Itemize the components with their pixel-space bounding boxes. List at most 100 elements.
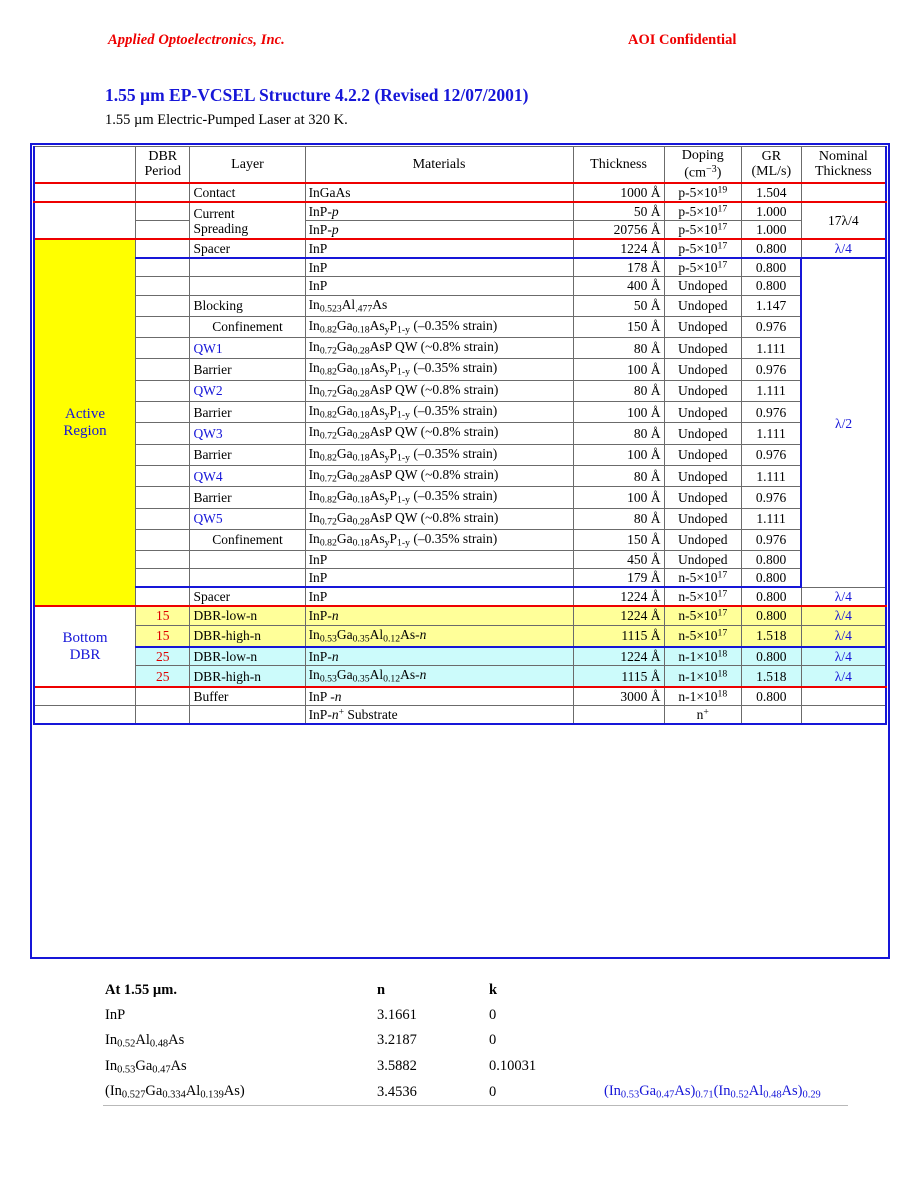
- table-row: Spacer InP 1224 Å n-5×1017 0.800 λ/4: [34, 586, 887, 608]
- table-row: InP 179 Å n-5×1017 0.800: [34, 568, 886, 589]
- index-k: 0.10031: [489, 1057, 537, 1074]
- index-n: 3.4536: [377, 1083, 417, 1100]
- table-row: InP 178 Å p-5×1017 0.800 λ/2: [34, 257, 887, 588]
- cell-layer: Barrier: [189, 443, 306, 466]
- table-row: Barrier In0.82Ga0.18AsyP1-y (–0.35% stra…: [34, 401, 886, 424]
- cell-materials: InP: [304, 568, 574, 589]
- cell-thickness: 178 Å: [572, 257, 665, 278]
- cell-materials: In0.53Ga0.35Al0.12As-n: [304, 624, 574, 648]
- cell-layer: QW2: [189, 379, 306, 403]
- cell-doping: n-1×1018: [663, 686, 743, 707]
- cell-layer: DBR-low-n: [189, 605, 306, 626]
- cell-materials: In0.72Ga0.28AsP QW (~0.8% strain): [304, 337, 574, 360]
- cell-materials: InP: [304, 238, 574, 260]
- cell-materials: InP: [304, 550, 574, 570]
- cell-doping: Undoped: [663, 337, 743, 360]
- index-header-note: [602, 978, 848, 1003]
- cell-thickness: 1224 Å: [572, 586, 665, 608]
- cell-thickness: 50 Å: [572, 294, 665, 317]
- table-row: Confinement In0.82Ga0.18AsyP1-y (–0.35% …: [34, 528, 886, 552]
- cell-doping: n-5×1017: [663, 568, 743, 589]
- cell-thickness: 400 Å: [572, 276, 665, 296]
- cell-doping: Undoped: [663, 464, 743, 488]
- cell-materials: InP-n+ Substrate: [304, 705, 574, 726]
- cell-gr: 0.800: [741, 605, 802, 626]
- cell-period: 15: [135, 605, 191, 626]
- vcsel-structure-table: DBR Period Layer Materials Thickness Dop…: [33, 145, 887, 726]
- cell-period: [135, 257, 191, 278]
- index-note: [602, 1028, 848, 1054]
- cell-doping: Undoped: [663, 443, 743, 466]
- cell-nominal: λ/4: [800, 586, 887, 608]
- cell-layer: DBR-high-n: [189, 624, 306, 648]
- confidentiality-notice: AOI Confidential: [628, 32, 737, 48]
- cell-period: [135, 550, 191, 570]
- cell-gr: 0.976: [741, 401, 803, 424]
- cell-period: [135, 315, 191, 339]
- cell-gr: 0.800: [741, 238, 802, 260]
- cell-nominal-active: λ/2: [800, 257, 887, 588]
- company-name: Applied Optoelectronics, Inc.: [108, 32, 285, 48]
- index-k: 0: [489, 1083, 497, 1100]
- cell-layer: Confinement: [189, 315, 306, 339]
- cell-materials: InP: [304, 586, 574, 608]
- cell-materials: In0.82Ga0.18AsyP1-y (–0.35% strain): [304, 358, 574, 381]
- cell-gr: 1.518: [741, 624, 802, 648]
- cell-thickness: 1000 Å: [572, 181, 665, 203]
- index-k: 0: [489, 1007, 497, 1023]
- cell-thickness: 100 Å: [572, 443, 665, 466]
- page-header: Applied Optoelectronics, Inc. AOI Confid…: [0, 32, 920, 54]
- header-materials: Materials: [304, 145, 574, 184]
- cell-layer: [189, 276, 306, 296]
- table-header-row: DBR Period Layer Materials Thickness Dop…: [33, 145, 887, 184]
- index-n: 3.2187: [377, 1032, 417, 1049]
- cell-layer: DBR-low-n: [189, 646, 306, 666]
- cell-gr: [741, 705, 802, 726]
- cell-gr: 0.800: [741, 568, 803, 589]
- header-layer: Layer: [189, 145, 306, 184]
- cell-layer: [189, 705, 306, 726]
- cell-doping: n-1×1018: [663, 664, 743, 689]
- cell-materials: In0.523Al.477As: [304, 294, 574, 317]
- cell-period: [135, 337, 191, 360]
- table-row: QW2 In0.72Ga0.28AsP QW (~0.8% strain) 80…: [34, 379, 886, 403]
- table-row: InP 450 Å Undoped 0.800: [34, 550, 886, 570]
- table-row: QW5 In0.72Ga0.28AsP QW (~0.8% strain) 80…: [34, 507, 886, 530]
- index-row: In0.53Ga0.47As 3.5882 0.10031: [103, 1054, 848, 1080]
- cell-layer: Current Spreading: [189, 201, 306, 240]
- cell-gr: 0.976: [741, 315, 803, 339]
- index-n: 3.1661: [377, 1007, 417, 1023]
- group-cell-empty: [33, 686, 137, 707]
- cell-doping: n-5×1017: [663, 605, 743, 626]
- cell-layer: QW4: [189, 464, 306, 488]
- cell-materials: In0.53Ga0.35Al0.12As-n: [304, 664, 574, 689]
- cell-gr: 1.111: [741, 507, 803, 530]
- cell-nominal: [800, 705, 887, 726]
- cell-doping: Undoped: [663, 422, 743, 445]
- cell-doping: p-5×1017: [663, 220, 743, 241]
- cell-nominal: [800, 686, 887, 707]
- cell-gr: 1.000: [741, 220, 802, 241]
- cell-doping: n-1×1018: [663, 646, 743, 666]
- table-row: Barrier In0.82Ga0.18AsyP1-y (–0.35% stra…: [34, 358, 886, 381]
- cell-thickness: 100 Å: [572, 401, 665, 424]
- index-row: In0.52Al0.48As 3.2187 0: [103, 1028, 848, 1054]
- cell-period: [135, 686, 191, 707]
- table-row: Blocking In0.523Al.477As 50 Å Undoped 1.…: [34, 294, 886, 317]
- cell-period: [135, 201, 191, 222]
- cell-thickness: 80 Å: [572, 337, 665, 360]
- cell-period: [135, 379, 191, 403]
- index-material: (In0.527Ga0.334Al0.139As): [105, 1083, 245, 1101]
- cell-gr: 1.111: [741, 422, 803, 445]
- document-page: Applied Optoelectronics, Inc. AOI Confid…: [0, 0, 920, 1191]
- cell-layer: QW5: [189, 507, 306, 530]
- cell-layer: QW1: [189, 337, 306, 360]
- page-subtitle: 1.55 µm Electric-Pumped Laser at 320 K.: [105, 112, 348, 128]
- cell-thickness: 80 Å: [572, 507, 665, 530]
- cell-thickness: 179 Å: [572, 568, 665, 589]
- index-header-n: n: [377, 982, 386, 998]
- cell-period: [135, 443, 191, 466]
- cell-materials: In0.72Ga0.28AsP QW (~0.8% strain): [304, 507, 574, 530]
- cell-gr: 1.147: [741, 294, 803, 317]
- cell-gr: 0.976: [741, 358, 803, 381]
